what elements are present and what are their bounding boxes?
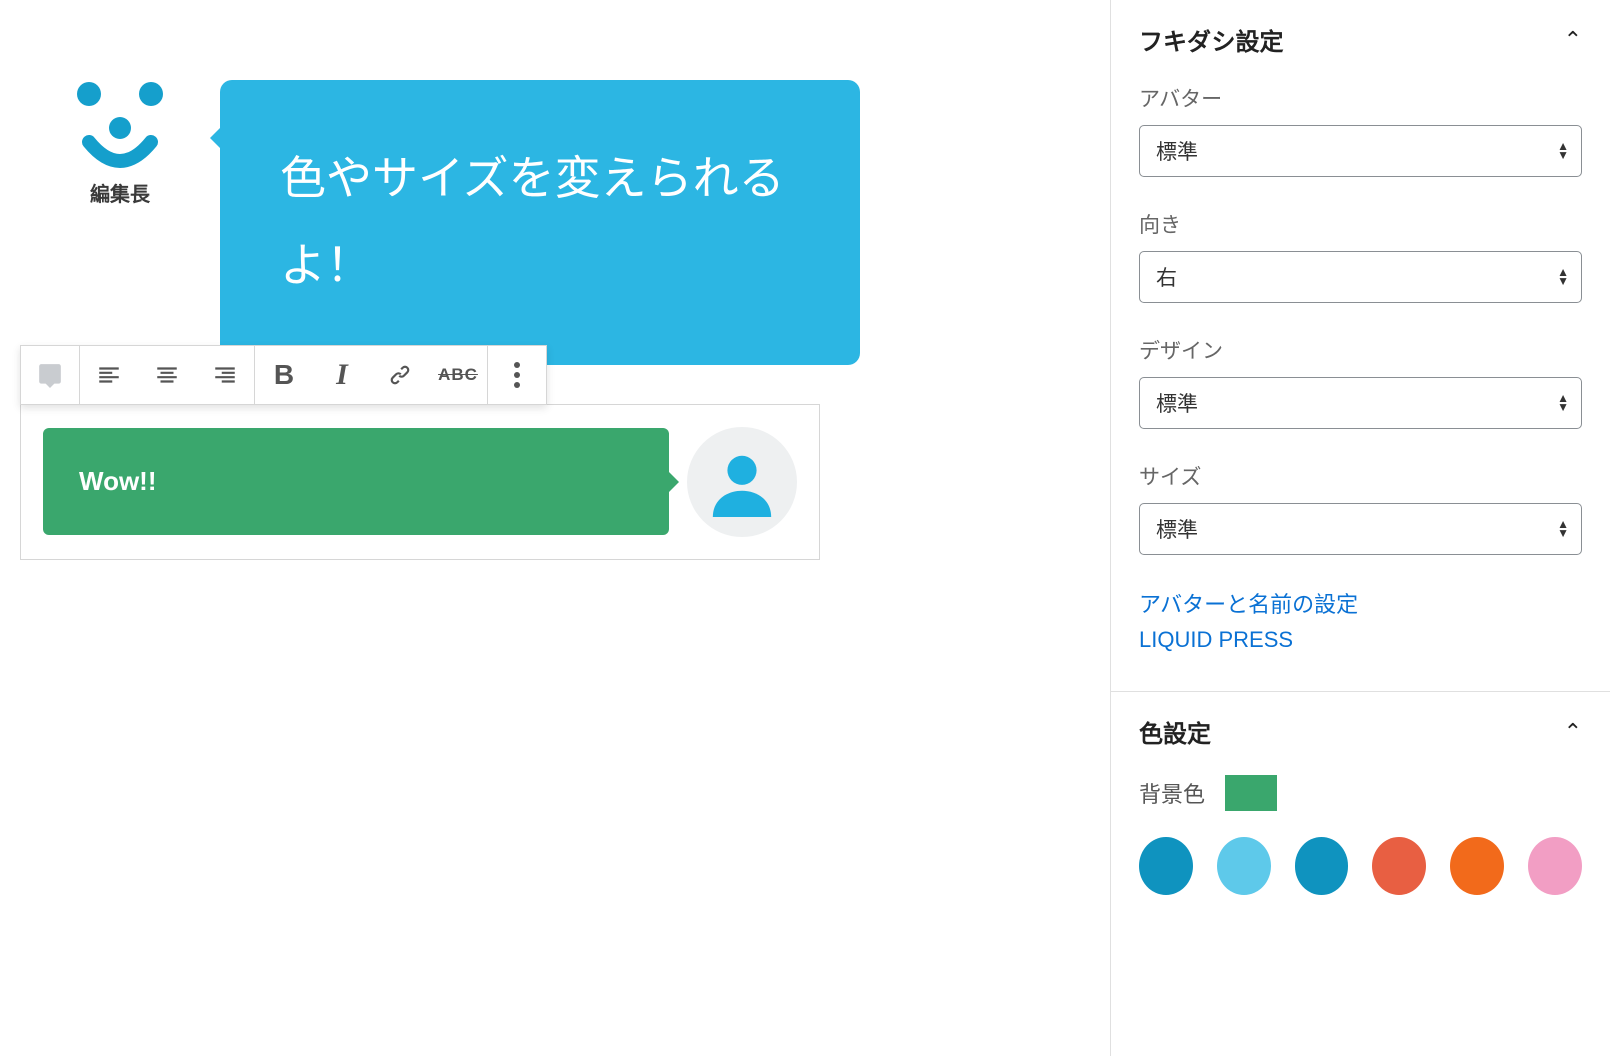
color-swatch-row bbox=[1139, 837, 1582, 895]
strikethrough-button[interactable]: ABC bbox=[429, 346, 487, 404]
select-arrows-icon: ▲▼ bbox=[1557, 394, 1569, 412]
panel-title: 色設定 bbox=[1139, 714, 1211, 749]
color-swatch[interactable] bbox=[1528, 837, 1582, 895]
field-label: サイズ bbox=[1139, 461, 1582, 491]
color-swatch[interactable] bbox=[1372, 837, 1426, 895]
avatar-select[interactable]: 標準 ▲▼ bbox=[1139, 125, 1582, 177]
speech-bubble-blue[interactable]: 色やサイズを変えられるよ！ bbox=[220, 80, 860, 365]
field-label: アバター bbox=[1139, 83, 1582, 113]
italic-button[interactable]: I bbox=[313, 346, 371, 404]
select-arrows-icon: ▲▼ bbox=[1557, 268, 1569, 286]
size-select[interactable]: 標準 ▲▼ bbox=[1139, 503, 1582, 555]
selected-block[interactable]: Wow!! bbox=[20, 404, 820, 560]
direction-select[interactable]: 右 ▲▼ bbox=[1139, 251, 1582, 303]
background-color-row: 背景色 bbox=[1139, 775, 1582, 811]
select-arrows-icon: ▲▼ bbox=[1557, 520, 1569, 538]
panel-body-color-settings: 背景色 bbox=[1111, 775, 1610, 925]
more-options-button[interactable] bbox=[488, 346, 546, 404]
field-label: デザイン bbox=[1139, 335, 1582, 365]
avatar-name: 編集長 bbox=[90, 178, 150, 207]
align-right-button[interactable] bbox=[196, 346, 254, 404]
settings-sidebar: フキダシ設定 ⌃ アバター 標準 ▲▼ 向き 右 ▲▼ デザイン 標準 ▲▼ bbox=[1110, 0, 1610, 1056]
liquid-press-link[interactable]: LIQUID PRESS bbox=[1139, 627, 1582, 653]
field-label: 向き bbox=[1139, 209, 1582, 239]
field-size: サイズ 標準 ▲▼ bbox=[1139, 461, 1582, 555]
panel-toggle-color-settings[interactable]: 色設定 ⌃ bbox=[1111, 692, 1610, 775]
field-avatar: アバター 標準 ▲▼ bbox=[1139, 83, 1582, 177]
avatar-column: 編集長 bbox=[60, 80, 180, 207]
align-left-button[interactable] bbox=[80, 346, 138, 404]
current-bg-color-swatch bbox=[1225, 775, 1277, 811]
link-button[interactable] bbox=[371, 346, 429, 404]
bear-avatar-icon bbox=[65, 80, 175, 170]
block-type-icon-button[interactable] bbox=[21, 346, 79, 404]
bold-button[interactable]: B bbox=[255, 346, 313, 404]
speech-bubble-green[interactable]: Wow!! bbox=[43, 428, 669, 535]
avatar-placeholder-icon bbox=[687, 427, 797, 537]
avatar-name-settings-link[interactable]: アバターと名前の設定 bbox=[1139, 587, 1582, 619]
chevron-up-icon: ⌃ bbox=[1564, 719, 1582, 745]
speech-block-left: 編集長 色やサイズを変えられるよ！ bbox=[60, 80, 1090, 365]
speech-block-right: Wow!! bbox=[43, 427, 797, 537]
panel-toggle-bubble-settings[interactable]: フキダシ設定 ⌃ bbox=[1111, 0, 1610, 83]
align-center-button[interactable] bbox=[138, 346, 196, 404]
panel-body-bubble-settings: アバター 標準 ▲▼ 向き 右 ▲▼ デザイン 標準 ▲▼ サイズ 標準 bbox=[1111, 83, 1610, 691]
block-toolbar: B I ABC bbox=[20, 345, 547, 405]
color-swatch[interactable] bbox=[1295, 837, 1349, 895]
color-swatch[interactable] bbox=[1450, 837, 1504, 895]
panel-title: フキダシ設定 bbox=[1139, 22, 1283, 57]
color-swatch[interactable] bbox=[1139, 837, 1193, 895]
color-swatch[interactable] bbox=[1217, 837, 1271, 895]
editor-canvas: 編集長 色やサイズを変えられるよ！ B I A bbox=[0, 0, 1110, 1056]
design-select[interactable]: 標準 ▲▼ bbox=[1139, 377, 1582, 429]
field-design: デザイン 標準 ▲▼ bbox=[1139, 335, 1582, 429]
chevron-up-icon: ⌃ bbox=[1564, 27, 1582, 53]
panel-links: アバターと名前の設定 LIQUID PRESS bbox=[1139, 587, 1582, 653]
select-arrows-icon: ▲▼ bbox=[1557, 142, 1569, 160]
bg-color-label: 背景色 bbox=[1139, 777, 1205, 809]
field-direction: 向き 右 ▲▼ bbox=[1139, 209, 1582, 303]
